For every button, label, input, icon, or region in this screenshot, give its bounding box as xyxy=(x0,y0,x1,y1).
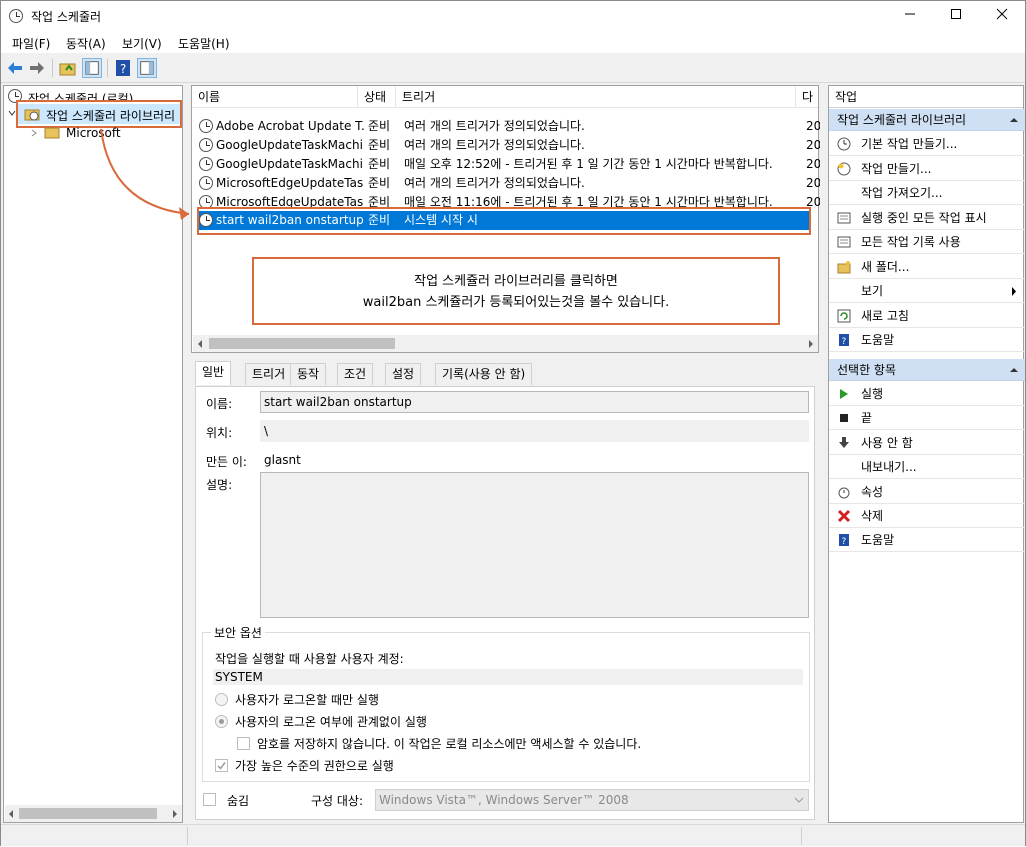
actions-section-library[interactable]: 작업 스케줄러 라이브러리 xyxy=(829,109,1025,131)
actions-section-selected[interactable]: 선택한 항목 xyxy=(829,359,1025,381)
new-folder-icon xyxy=(837,260,851,273)
app-window: 작업 스케줄러 파일(F) 동작(A) 보기(V) 도움말(H) ? 작업 스케… xyxy=(0,0,1026,846)
properties-icon xyxy=(838,487,850,499)
run-icon xyxy=(840,389,848,399)
action-refresh[interactable]: 새로 고침 xyxy=(829,304,1025,328)
location-field: \ xyxy=(260,420,809,442)
checkbox-no-password-label: 암호를 저장하지 않습니다. 이 작업은 로컬 리소스에만 액세스할 수 있습니… xyxy=(257,737,642,751)
account-value: SYSTEM xyxy=(213,669,803,685)
action-label: 실행 xyxy=(861,387,884,401)
action-help[interactable]: ? 도움말 xyxy=(829,528,1025,553)
checkbox-highest-privileges-label: 가장 높은 수준의 권한으로 실행 xyxy=(235,759,394,773)
collapse-up-icon xyxy=(1010,368,1018,372)
submenu-arrow-icon xyxy=(1012,287,1016,296)
action-run[interactable]: 실행 xyxy=(829,382,1025,406)
action-export[interactable]: 내보내기... xyxy=(829,455,1025,480)
author-label: 만든 이: xyxy=(206,455,247,469)
actions-section-library-label: 작업 스케줄러 라이브러리 xyxy=(837,113,967,127)
svg-text:?: ? xyxy=(842,337,847,347)
action-running[interactable]: 실행 중인 모든 작업 표시 xyxy=(829,206,1025,230)
action-label: 끝 xyxy=(861,411,873,426)
action-create-task[interactable]: 작업 만들기... xyxy=(829,157,1025,181)
description-label: 설명: xyxy=(206,478,233,492)
detail-tabs: 일반 트리거 동작 조건 설정 기록(사용 안 함) xyxy=(195,361,815,387)
action-label: 보기 xyxy=(861,284,884,298)
name-field[interactable]: start wail2ban onstartup xyxy=(260,391,809,413)
action-import[interactable]: 작업 가져오기... xyxy=(829,181,1025,205)
checkmark-icon xyxy=(217,762,226,770)
svg-text:?: ? xyxy=(842,537,847,547)
hidden-label: 숨김 xyxy=(227,794,250,808)
action-end[interactable]: 끝 xyxy=(829,406,1025,431)
action-label: 작업 만들기... xyxy=(861,161,932,176)
actions-section-selected-label: 선택한 항목 xyxy=(837,363,897,377)
tab-history[interactable]: 기록(사용 안 함) xyxy=(435,363,533,385)
checkbox-no-password[interactable] xyxy=(237,737,250,750)
dropdown-chevron-icon xyxy=(794,797,804,803)
actions-pane: 작업 작업 스케줄러 라이브러리 기본 작업 만들기... 작업 만들기... 작업… xyxy=(828,85,1025,823)
create-task-icon xyxy=(837,162,851,175)
action-label: 기본 작업 만들기... xyxy=(861,137,958,151)
running-icon xyxy=(837,212,851,223)
action-label: 작업 가져오기... xyxy=(861,186,943,200)
action-label: 모든 작업 기록 사용 xyxy=(861,235,961,249)
account-label: 작업을 실행할 때 사용할 사용자 계정: xyxy=(215,652,404,666)
action-view[interactable]: 보기 xyxy=(829,279,1025,303)
action-new-folder[interactable]: 새 폴더... xyxy=(829,255,1025,279)
configure-for-select[interactable]: Windows Vista™, Windows Server™ 2008 xyxy=(375,789,809,811)
action-label: 사용 안 함 xyxy=(861,435,913,450)
end-icon xyxy=(840,414,848,423)
general-tab-panel: 이름: start wail2ban onstartup 위치: \ 만든 이:… xyxy=(195,386,815,820)
action-disable[interactable]: 사용 안 함 xyxy=(829,431,1025,455)
tab-general[interactable]: 일반 xyxy=(195,361,232,385)
action-history[interactable]: 모든 작업 기록 사용 xyxy=(829,230,1025,254)
radio-logon-only[interactable] xyxy=(215,693,228,706)
help-icon: ? xyxy=(839,334,849,347)
action-delete[interactable]: 삭제 xyxy=(829,504,1025,528)
name-label: 이름: xyxy=(206,397,233,411)
action-label: 도움말 xyxy=(861,533,895,548)
security-options-group: 보안 옵션 작업을 실행할 때 사용할 사용자 계정: SYSTEM 사용자가 … xyxy=(202,624,810,782)
refresh-icon xyxy=(837,309,851,322)
author-value: glasnt xyxy=(264,453,301,467)
status-separator xyxy=(187,827,188,845)
radio-whether-logged-on[interactable] xyxy=(215,715,228,728)
action-help[interactable]: ? 도움말 xyxy=(829,328,1025,352)
actions-title: 작업 xyxy=(829,86,1023,108)
description-textarea[interactable] xyxy=(260,472,809,618)
action-label: 내보내기... xyxy=(861,460,917,475)
tab-triggers[interactable]: 트리거 xyxy=(245,363,293,385)
action-label: 새로 고침 xyxy=(861,308,909,323)
location-label: 위치: xyxy=(206,426,233,440)
delete-icon xyxy=(837,509,851,523)
configure-for-label: 구성 대상: xyxy=(311,794,364,808)
action-basic-task[interactable]: 기본 작업 만들기... xyxy=(829,132,1025,156)
checkbox-highest-privileges[interactable] xyxy=(215,759,228,772)
action-label: 삭제 xyxy=(861,509,884,523)
tab-actions[interactable]: 동작 xyxy=(290,363,327,385)
tab-conditions[interactable]: 조건 xyxy=(337,363,374,385)
help-icon: ? xyxy=(839,534,849,547)
history-icon xyxy=(837,236,851,248)
action-properties[interactable]: 속성 xyxy=(829,480,1025,504)
disable-icon xyxy=(839,436,849,448)
radio-logon-only-label: 사용자가 로그온할 때만 실행 xyxy=(235,693,379,707)
collapse-up-icon xyxy=(1010,118,1018,122)
detail-pane: 일반 트리거 동작 조건 설정 기록(사용 안 함) 이름: start wail2ban… xyxy=(191,357,819,823)
basic-task-icon xyxy=(837,137,851,151)
radio-whether-logged-on-label: 사용자의 로그온 여부에 관계없이 실행 xyxy=(235,715,427,729)
status-separator xyxy=(801,827,802,845)
configure-for-value: Windows Vista™, Windows Server™ 2008 xyxy=(379,793,629,807)
checkbox-hidden[interactable] xyxy=(203,793,216,806)
status-bar xyxy=(1,824,1025,846)
action-label: 속성 xyxy=(861,484,884,499)
action-label: 도움말 xyxy=(861,333,895,347)
security-options-title: 보안 옵션 xyxy=(211,624,265,641)
action-label: 실행 중인 모든 작업 표시 xyxy=(861,210,987,225)
action-label: 새 폴더... xyxy=(861,259,910,274)
tab-settings[interactable]: 설정 xyxy=(385,363,422,385)
